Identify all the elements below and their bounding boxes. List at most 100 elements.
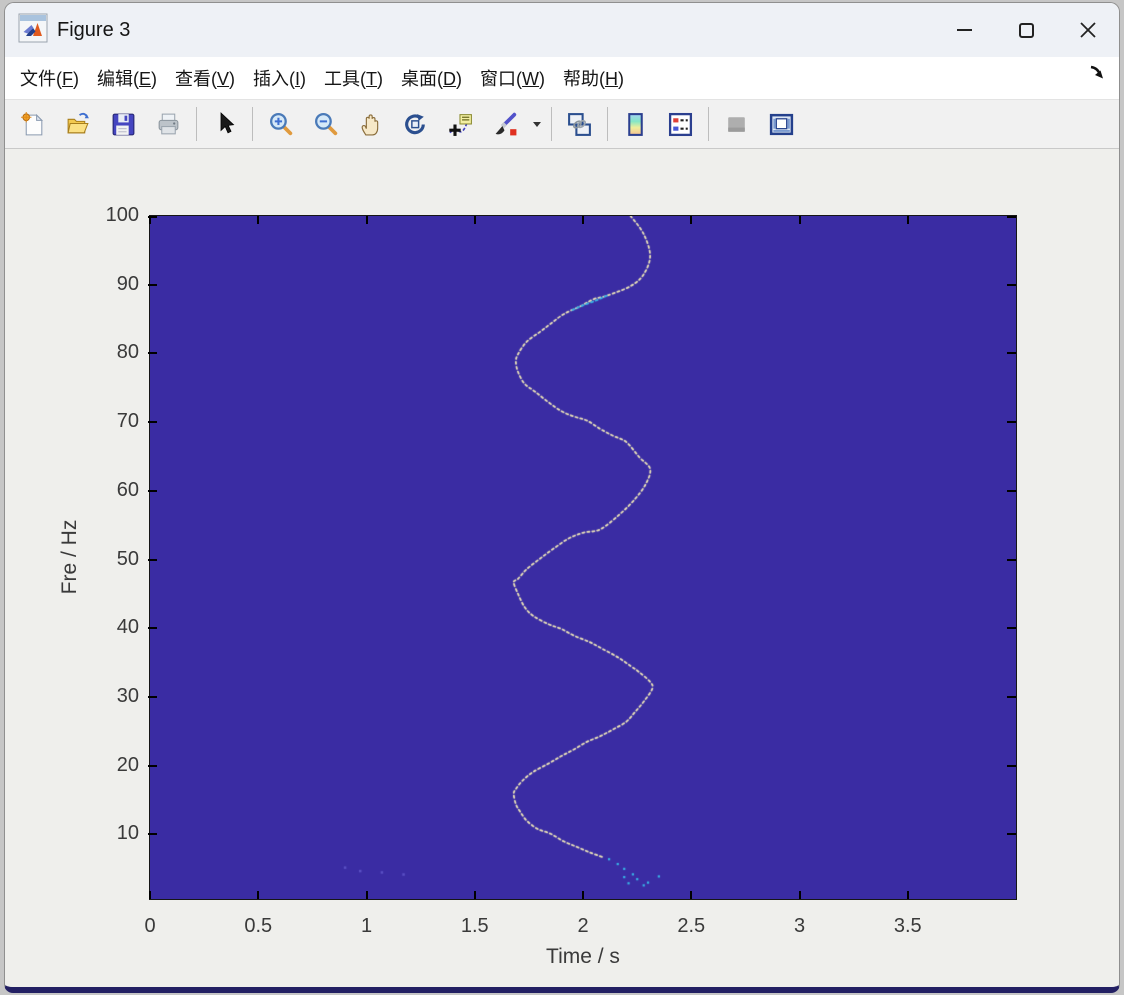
pan-hand-icon [361, 113, 379, 135]
data-cursor-button[interactable] [438, 104, 483, 144]
spectrogram-image[interactable] [150, 216, 1016, 899]
brush-data-button[interactable] [483, 104, 528, 144]
brush-icon [495, 112, 517, 135]
save-floppy-icon [112, 113, 135, 135]
y-tick-label: 90 [116, 272, 139, 295]
y-axis-label: Fre / Hz [58, 519, 81, 594]
window-title: Figure 3 [57, 18, 131, 41]
x-tick-label: 2 [577, 915, 589, 937]
show-plot-tools-icon [769, 113, 794, 135]
menu-item-edit[interactable]: 编辑(E) [88, 60, 166, 96]
x-tick-label: 3 [793, 915, 806, 937]
y-tick-label: 60 [116, 478, 139, 501]
rotate-3d-icon [405, 113, 425, 134]
x-tick-mark [257, 891, 260, 899]
open-folder-icon [67, 112, 89, 133]
y-tick-label: 30 [116, 684, 139, 707]
zoom-in-button[interactable] [258, 104, 303, 144]
figure-toolbar [5, 100, 1119, 149]
zoom-out-icon [315, 112, 338, 135]
link-plot-button[interactable] [557, 104, 602, 144]
printer-icon [158, 113, 179, 134]
minimize-button[interactable] [933, 3, 995, 57]
x-tick-label: 0.5 [244, 915, 273, 937]
insert-legend-button[interactable] [658, 104, 703, 144]
toolbar-separator [607, 107, 608, 141]
x-tick-mark [582, 216, 584, 224]
new-figure-button[interactable] [11, 104, 56, 144]
y-tick-mark [148, 627, 157, 630]
zoom-in-icon [270, 112, 293, 135]
maximize-icon [1018, 22, 1034, 38]
y-tick-mark [1007, 558, 1016, 561]
data-cursor-icon [449, 113, 472, 136]
y-tick-label: 50 [116, 547, 139, 570]
menu-item-tools[interactable]: 工具(T) [315, 60, 392, 96]
y-tick-label: 80 [116, 341, 139, 364]
axes-box: 0 0.5 1 1.5 2 2.5 3 3.5 10 20 30 40 50 60 70 80 90 100 T… [58, 204, 1017, 968]
x-tick-mark [798, 891, 801, 899]
y-tick-mark [1007, 833, 1016, 836]
y-tick-mark [1007, 216, 1016, 218]
x-tick-mark [582, 891, 584, 899]
toolbar-separator [196, 107, 197, 141]
menu-item-insert[interactable]: 插入(I) [244, 60, 315, 96]
dock-figure-button[interactable] [1081, 61, 1113, 86]
y-tick-label: 100 [105, 204, 139, 226]
x-tick-mark [473, 891, 476, 899]
edit-plot-button[interactable] [202, 104, 247, 144]
zoom-out-button[interactable] [303, 104, 348, 144]
x-tick-label: 0 [144, 915, 156, 937]
y-tick-mark [148, 352, 157, 355]
hide-plot-tools-button[interactable] [714, 104, 759, 144]
menu-item-desktop[interactable]: 桌面(D) [392, 60, 471, 96]
y-tick-mark [148, 764, 157, 767]
y-tick-mark [1007, 352, 1016, 355]
rotate-3d-button[interactable] [393, 104, 438, 144]
x-tick-label: 1.5 [460, 915, 489, 937]
legend-icon [668, 112, 693, 136]
y-tick-mark [1007, 764, 1016, 767]
maximize-button[interactable] [995, 3, 1057, 57]
figure-canvas-area: 0 0.5 1 1.5 2 2.5 3 3.5 10 20 30 40 50 60 70 80 90 100 T… [5, 149, 1119, 987]
close-button[interactable] [1057, 3, 1119, 57]
x-tick-mark [365, 216, 368, 224]
y-tick-mark [1007, 421, 1016, 424]
matlab-figure-icon [18, 13, 48, 48]
figure-window: Figure 3 文件(F) 编辑(E) 查看(V) 插入(I) 工具(T) 桌面(D) 窗… [4, 2, 1120, 993]
colorbar-icon [628, 112, 643, 136]
open-file-button[interactable] [56, 104, 101, 144]
y-tick-label: 20 [116, 753, 139, 776]
toolbar-separator [252, 107, 253, 141]
menu-item-file[interactable]: 文件(F) [11, 60, 88, 96]
hide-plot-tools-icon [728, 116, 745, 132]
y-tick-label: 40 [116, 616, 139, 639]
show-plot-tools-button[interactable] [759, 104, 804, 144]
x-tick-mark [798, 216, 801, 224]
y-tick-label: 10 [116, 822, 139, 845]
close-icon [1080, 22, 1096, 38]
print-figure-button[interactable] [146, 104, 191, 144]
x-tick-mark [690, 216, 693, 224]
x-tick-mark [365, 891, 368, 899]
new-document-icon [21, 111, 44, 135]
y-tick-mark [1007, 283, 1016, 286]
insert-colorbar-button[interactable] [613, 104, 658, 144]
menu-bar: 文件(F) 编辑(E) 查看(V) 插入(I) 工具(T) 桌面(D) 窗口(W) 帮助(H) [5, 57, 1119, 100]
x-tick-mark [473, 216, 476, 224]
toolbar-separator [551, 107, 552, 141]
save-figure-button[interactable] [101, 104, 146, 144]
title-bar: Figure 3 [5, 3, 1119, 57]
brush-options-button[interactable] [528, 104, 546, 144]
y-tick-mark [148, 695, 157, 698]
x-tick-mark [149, 891, 151, 899]
y-tick-label: 70 [116, 410, 139, 433]
menu-item-view[interactable]: 查看(V) [166, 60, 244, 96]
toolbar-separator [708, 107, 709, 141]
y-tick-mark [1007, 627, 1016, 630]
pan-button[interactable] [348, 104, 393, 144]
x-tick-label: 3.5 [893, 915, 922, 937]
menu-item-help[interactable]: 帮助(H) [554, 60, 633, 96]
y-tick-mark [148, 421, 157, 424]
menu-item-window[interactable]: 窗口(W) [471, 60, 554, 96]
